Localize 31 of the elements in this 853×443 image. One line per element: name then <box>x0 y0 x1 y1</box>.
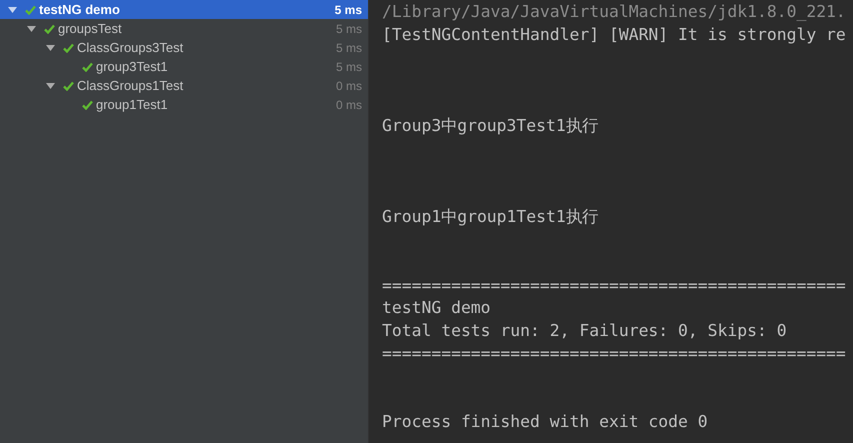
test-duration: 5 ms <box>334 2 362 16</box>
test-duration: 0 ms <box>336 98 362 112</box>
tree-row[interactable]: group1Test1 0 ms <box>0 95 368 114</box>
expand-arrow-icon[interactable] <box>8 6 17 14</box>
console-line: Group1中group1Test1执行 <box>382 206 598 228</box>
test-duration: 5 ms <box>336 22 362 36</box>
tree-row[interactable]: ClassGroups1Test 0 ms <box>0 76 368 95</box>
console-line: =============================================== <box>382 342 846 365</box>
tree-row[interactable]: group3Test1 5 ms <box>0 57 368 76</box>
test-duration: 5 ms <box>336 60 362 74</box>
console-line: Group3中group3Test1执行 <box>382 114 598 137</box>
tree-row[interactable]: testNG demo 5 ms <box>0 0 368 19</box>
tree-row[interactable]: ClassGroups3Test 5 ms <box>0 38 368 57</box>
test-name: ClassGroups3Test <box>77 40 184 55</box>
console-line: Process finished with exit code 0 <box>382 411 708 434</box>
test-duration: 0 ms <box>336 78 362 92</box>
test-name: group3Test1 <box>96 59 169 74</box>
console-line: Total tests run: 2, Failures: 0, Skips: 0 <box>382 320 787 342</box>
console-line: =============================================== <box>382 274 846 297</box>
test-duration: 5 ms <box>336 40 362 54</box>
console-line: testNG demo <box>382 297 491 320</box>
console-line: [TestNGContentHandler] [WARN] It is strongly re <box>382 24 846 46</box>
command-line: /Library/Java/JavaVirtualMachines/jdk1.8.0_221. <box>382 1 846 23</box>
expand-arrow-icon[interactable] <box>27 24 36 32</box>
expand-arrow-icon[interactable] <box>46 44 55 52</box>
test-name: ClassGroups1Test <box>77 78 184 93</box>
tree-row[interactable]: groupsTest 5 ms <box>0 19 368 38</box>
test-name: groupsTest <box>58 21 123 36</box>
test-name: group1Test1 <box>96 97 169 112</box>
test-name: testNG demo <box>39 2 121 17</box>
expand-arrow-icon[interactable] <box>46 82 55 90</box>
